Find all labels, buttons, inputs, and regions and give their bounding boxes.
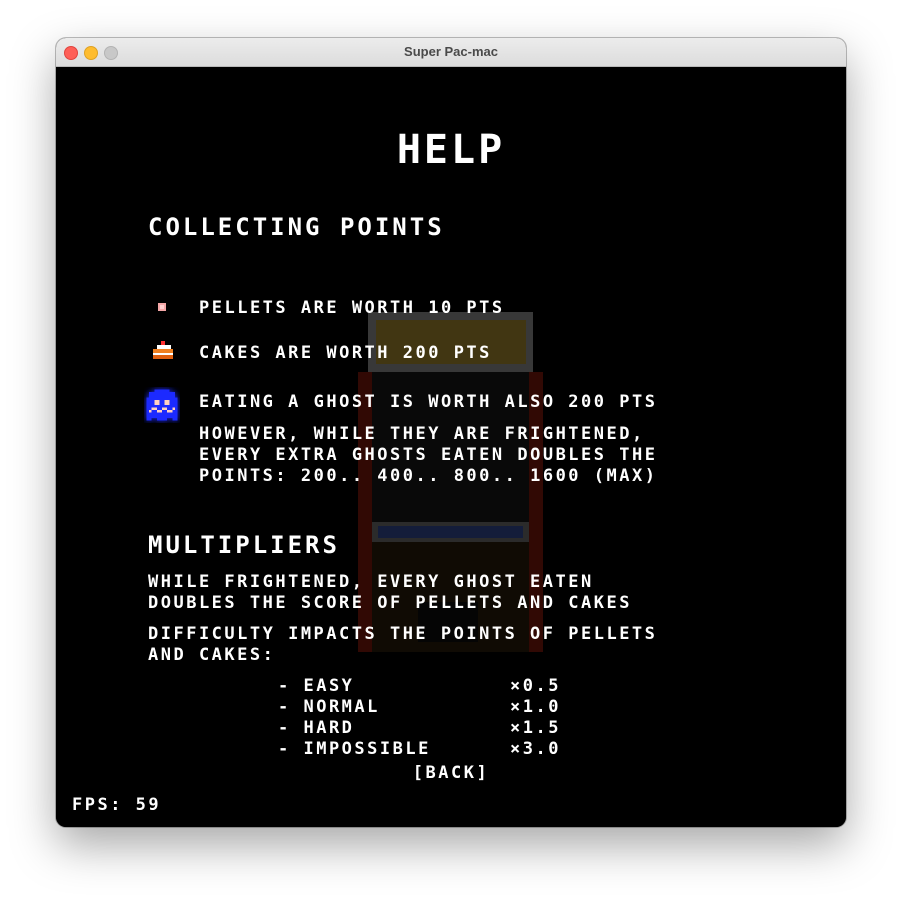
difficulty-level-factor: ×1.5 — [510, 718, 561, 738]
frightened-ghost-icon — [146, 389, 178, 421]
difficulty-level-factor: ×1.0 — [510, 697, 561, 717]
ghost-detail-line-1: HOWEVER, WHILE THEY ARE FRIGHTENED, — [199, 424, 645, 444]
collecting-points-heading: COLLECTING POINTS — [148, 213, 445, 241]
help-title: HELP — [396, 127, 506, 173]
multipliers-heading: MULTIPLIERS — [148, 531, 340, 559]
difficulty-line-2: AND CAKES: — [148, 645, 276, 665]
ghost-detail-line-2: EVERY EXTRA GHOSTS EATEN DOUBLES THE — [199, 445, 658, 465]
ghost-info: EATING A GHOST IS WORTH ALSO 200 PTS — [199, 392, 658, 412]
difficulty-level-name: - IMPOSSIBLE — [278, 739, 431, 759]
cake-icon — [153, 341, 173, 359]
ghost-detail-line-3: POINTS: 200.. 400.. 800.. 1600 (MAX) — [199, 466, 658, 486]
frightened-line-1: WHILE FRIGHTENED, EVERY GHOST EATEN — [148, 572, 594, 592]
game-window: Super Pac-mac HELP COLLECTING POINTS PEL… — [56, 38, 846, 827]
difficulty-level-factor: ×0.5 — [510, 676, 561, 696]
difficulty-line-1: DIFFICULTY IMPACTS THE POINTS OF PELLETS — [148, 624, 658, 644]
difficulty-level-name: - EASY — [278, 676, 355, 696]
title-bar: Super Pac-mac — [56, 38, 846, 67]
difficulty-level-name: - NORMAL — [278, 697, 380, 717]
fps-counter: FPS: 59 — [72, 795, 162, 815]
pellets-info: PELLETS ARE WORTH 10 PTS — [199, 298, 505, 318]
back-button[interactable]: [BACK] — [56, 763, 846, 783]
frightened-line-2: DOUBLES THE SCORE OF PELLETS AND CAKES — [148, 593, 632, 613]
difficulty-level-factor: ×3.0 — [510, 739, 561, 759]
cakes-info: CAKES ARE WORTH 200 PTS — [199, 343, 492, 363]
window-title: Super Pac-mac — [404, 44, 498, 59]
pellet-icon — [158, 303, 166, 311]
difficulty-level-name: - HARD — [278, 718, 355, 738]
game-screen: HELP COLLECTING POINTS PELLETS ARE WORTH… — [56, 67, 846, 827]
